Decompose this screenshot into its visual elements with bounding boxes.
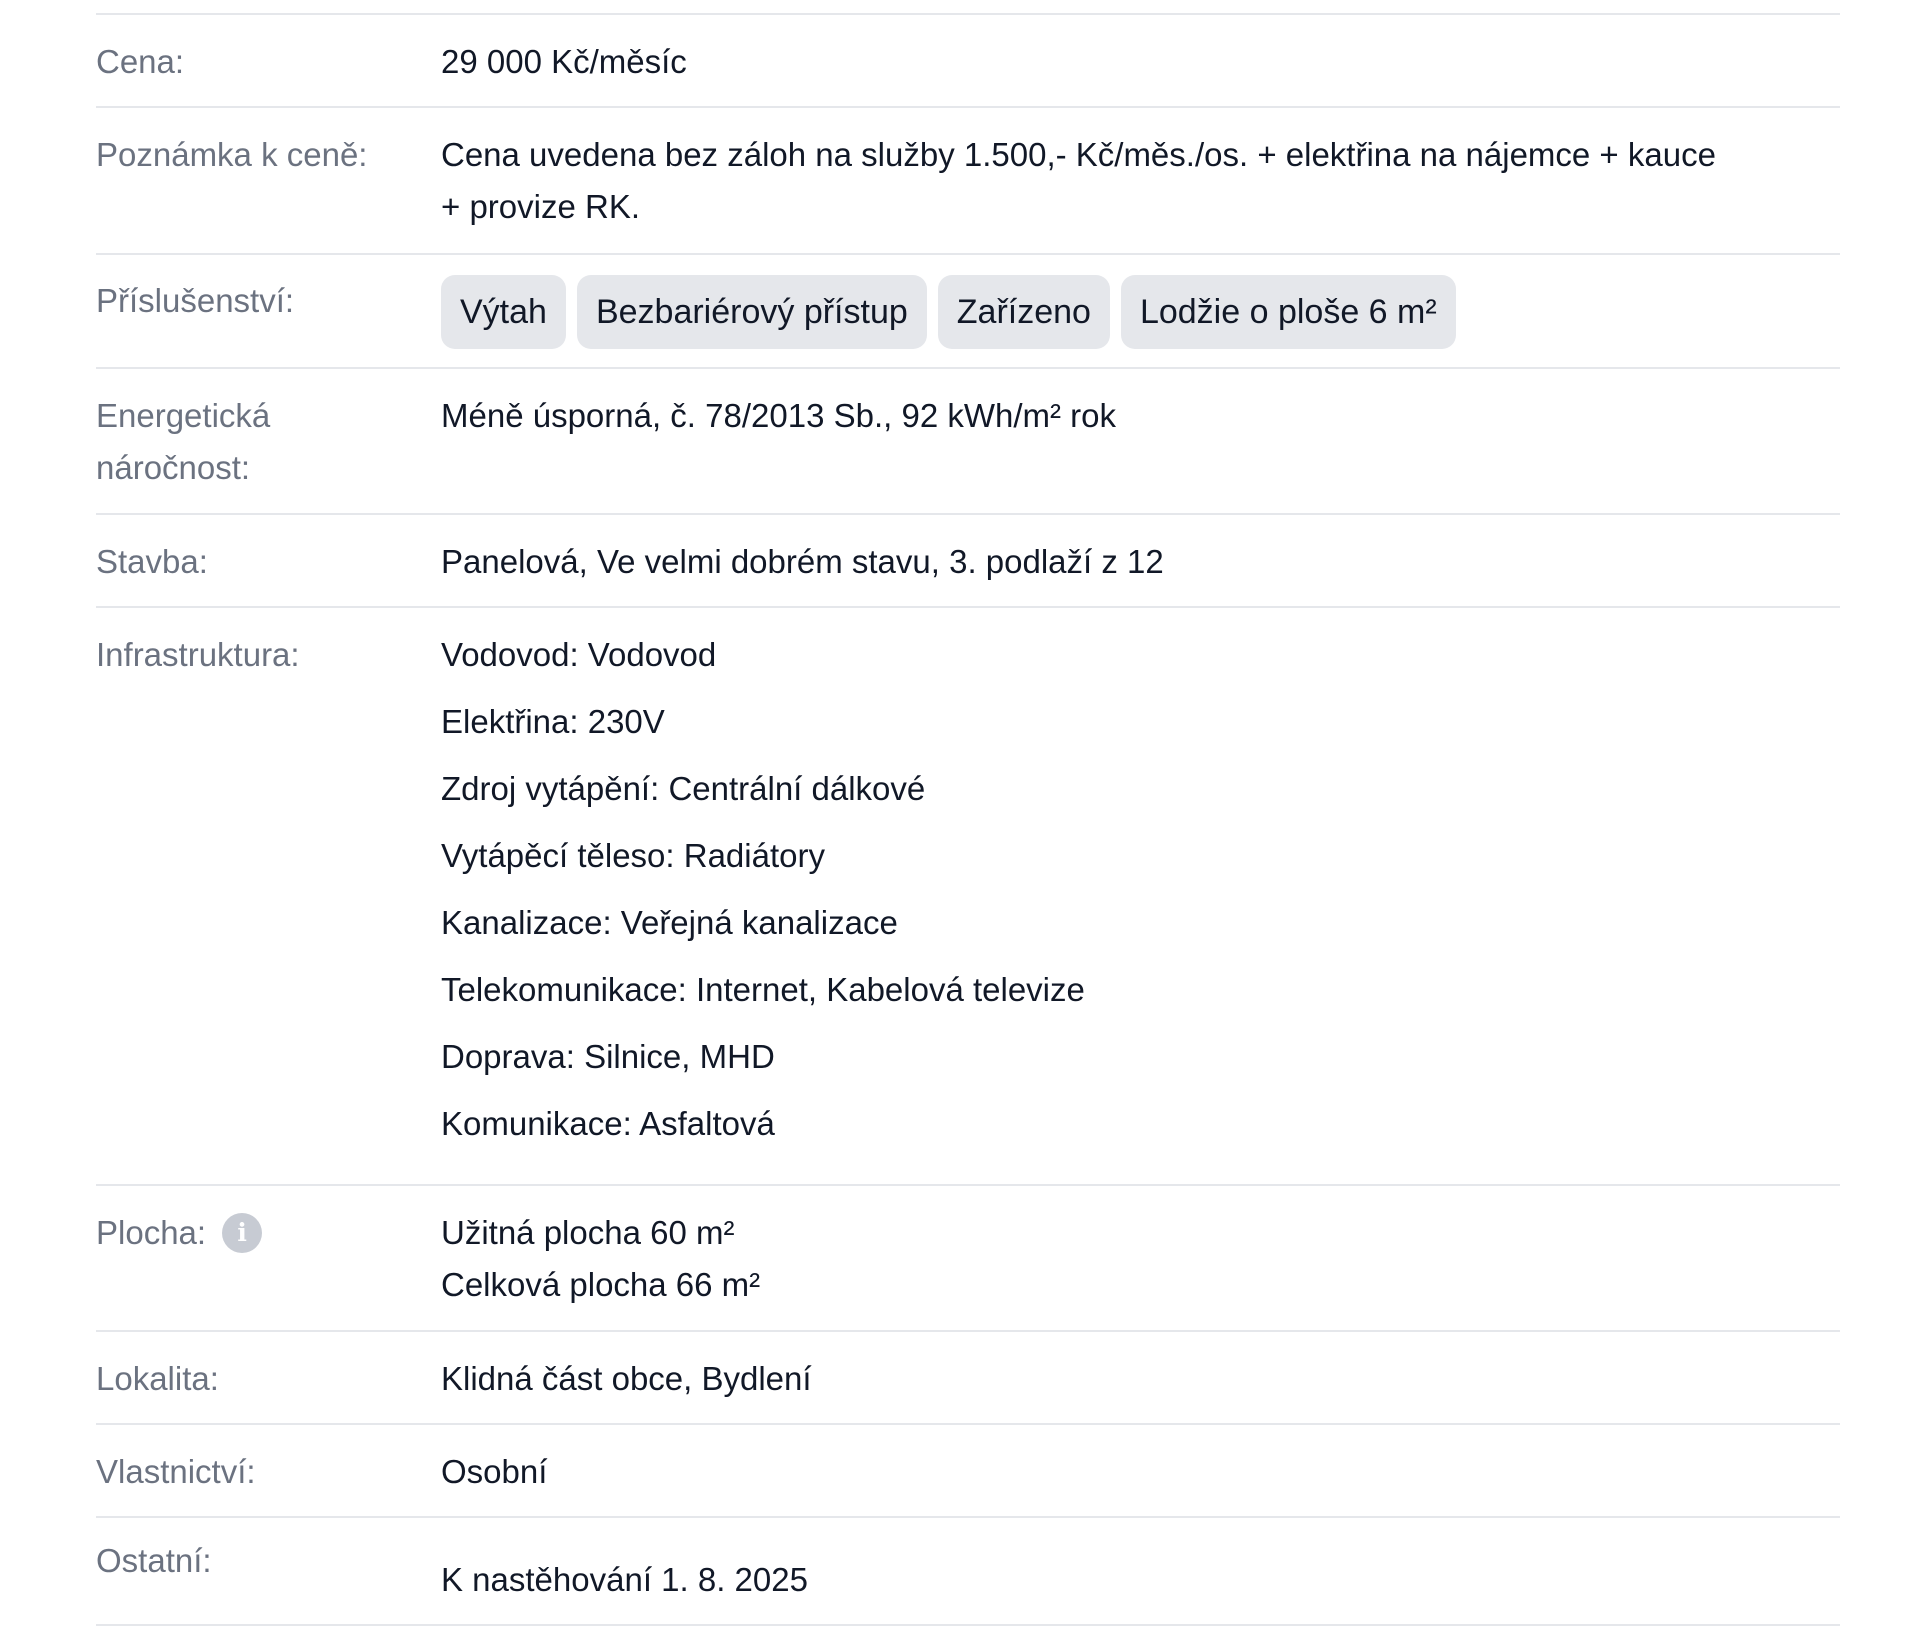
amenity-chip: Lodžie o ploše 6 m² bbox=[1120, 275, 1456, 349]
amenity-chip: Bezbariérový přístup bbox=[576, 275, 927, 349]
detail-label: Poznámka k ceně: bbox=[96, 136, 368, 173]
location-value: Klidná část obce, Bydlení bbox=[441, 1360, 812, 1397]
area-value: Užitná plocha 60 m² Celková plocha 66 m² bbox=[441, 1207, 1840, 1330]
infrastructure-item: Kanalizace: Veřejná kanalizace bbox=[441, 904, 898, 941]
detail-row-energeticka-narocnost: Energetická náročnost: Méně úsporná, č. … bbox=[96, 369, 1840, 515]
area-line: Celková plocha 66 m² bbox=[441, 1266, 761, 1303]
infrastructure-item: Elektřina: 230V bbox=[441, 703, 665, 740]
detail-label: Vlastnictví: bbox=[96, 1453, 256, 1490]
detail-row-prislusenstvi: Příslušenství: Výtah Bezbariérový přístu… bbox=[96, 255, 1840, 369]
detail-label-line: Energetická bbox=[96, 397, 271, 434]
amenity-chip: Výtah bbox=[441, 275, 566, 349]
detail-label: Příslušenství: bbox=[96, 282, 295, 319]
amenities-value: Výtah Bezbariérový přístup Zařízeno Lodž… bbox=[441, 275, 1840, 367]
building-value: Panelová, Ve velmi dobrém stavu, 3. podl… bbox=[441, 543, 1164, 580]
infrastructure-item: Vytápěcí těleso: Radiátory bbox=[441, 837, 825, 874]
area-line: Užitná plocha 60 m² bbox=[441, 1214, 735, 1251]
detail-label: Energetická náročnost: bbox=[96, 390, 441, 513]
detail-label: Stavba: bbox=[96, 543, 208, 580]
detail-row-infrastruktura: Infrastruktura: Vodovod: Vodovod Elektři… bbox=[96, 608, 1840, 1186]
detail-row-vlastnictvi: Vlastnictví: Osobní bbox=[96, 1425, 1840, 1518]
price-note-line: Cena uvedena bez záloh na služby 1.500,-… bbox=[441, 136, 1716, 173]
detail-label-line: náročnost: bbox=[96, 449, 251, 486]
detail-row-ostatni: Ostatní: K nastěhování 1. 8. 2025 bbox=[96, 1518, 1840, 1626]
info-icon[interactable]: i bbox=[222, 1213, 263, 1253]
ownership-value: Osobní bbox=[441, 1453, 548, 1490]
detail-row-stavba: Stavba: Panelová, Ve velmi dobrém stavu,… bbox=[96, 515, 1840, 608]
price-value: 29 000 Kč/měsíc bbox=[441, 43, 687, 80]
detail-label-text: Plocha: bbox=[96, 1214, 207, 1251]
detail-label: Plocha: i bbox=[96, 1207, 441, 1330]
infrastructure-item: Vodovod: Vodovod bbox=[441, 636, 717, 673]
infrastructure-list: Vodovod: Vodovod Elektřina: 230V Zdroj v… bbox=[441, 629, 1840, 1184]
detail-label: Infrastruktura: bbox=[96, 636, 300, 673]
detail-row-plocha: Plocha: i Užitná plocha 60 m² Celková pl… bbox=[96, 1186, 1840, 1332]
property-details-table: Cena: 29 000 Kč/měsíc Poznámka k ceně: C… bbox=[96, 13, 1840, 1626]
price-note-line: + provize RK. bbox=[441, 188, 640, 225]
amenity-chip-list: Výtah Bezbariérový přístup Zařízeno Lodž… bbox=[441, 275, 1840, 349]
other-value: K nastěhování 1. 8. 2025 bbox=[441, 1561, 808, 1598]
infrastructure-item: Zdroj vytápění: Centrální dálkové bbox=[441, 770, 926, 807]
detail-label: Ostatní: bbox=[96, 1542, 212, 1579]
infrastructure-item: Doprava: Silnice, MHD bbox=[441, 1038, 775, 1075]
infrastructure-item: Telekomunikace: Internet, Kabelová telev… bbox=[441, 971, 1085, 1008]
amenity-chip: Zařízeno bbox=[937, 275, 1110, 349]
price-note-value: Cena uvedena bez záloh na služby 1.500,-… bbox=[441, 129, 1840, 253]
detail-row-poznamka: Poznámka k ceně: Cena uvedena bez záloh … bbox=[96, 108, 1840, 255]
detail-label: Cena: bbox=[96, 43, 185, 80]
detail-label: Lokalita: bbox=[96, 1360, 219, 1397]
infrastructure-item: Komunikace: Asfaltová bbox=[441, 1105, 775, 1142]
energy-rating-value: Méně úsporná, č. 78/2013 Sb., 92 kWh/m² … bbox=[441, 397, 1117, 434]
detail-row-cena: Cena: 29 000 Kč/měsíc bbox=[96, 15, 1840, 108]
detail-row-lokalita: Lokalita: Klidná část obce, Bydlení bbox=[96, 1332, 1840, 1425]
